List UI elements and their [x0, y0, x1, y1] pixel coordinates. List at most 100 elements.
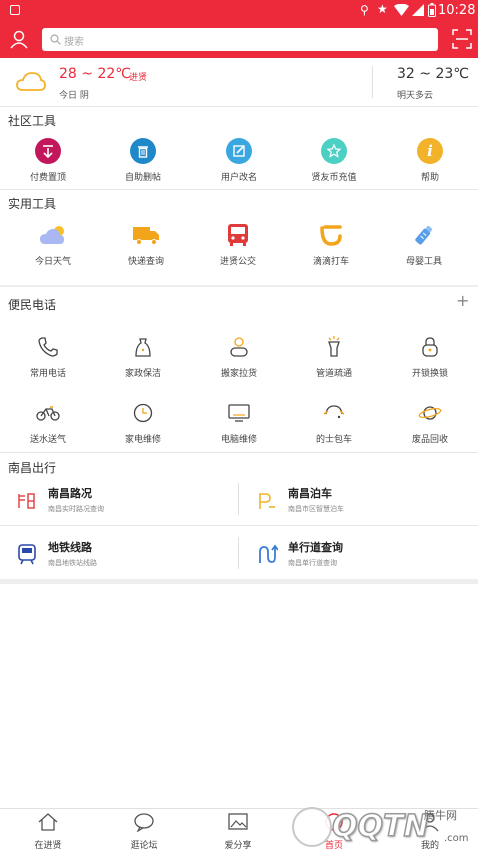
phone-appliance[interactable]: 家电维修: [103, 400, 183, 445]
divider: [0, 106, 478, 107]
tool-weather[interactable]: 今日天气: [13, 222, 93, 267]
phone-water[interactable]: 送水送气: [8, 400, 88, 445]
watermark-logo: [292, 807, 332, 847]
traffic-icon: [18, 493, 35, 509]
travel-sub: 南昌实时路况查询: [48, 505, 104, 513]
divider: [0, 452, 478, 453]
phone-icon: [34, 334, 62, 360]
tab-share[interactable]: 爱分享: [190, 812, 286, 851]
tab-label: 逛论坛: [130, 841, 158, 851]
user-icon[interactable]: [9, 29, 29, 49]
travel-sub: 南昌市区智慧泊车: [288, 505, 344, 513]
travel-sub: 南昌地铁站线路: [48, 559, 97, 567]
tool-rename[interactable]: 用户改名: [199, 138, 279, 183]
phone-label: 废品回收: [411, 435, 448, 445]
edit-icon: [226, 138, 252, 164]
tool-label: 今日天气: [34, 257, 71, 267]
tool-didi[interactable]: 滴滴打车: [291, 222, 371, 267]
photo-icon: [10, 5, 20, 15]
scan-icon[interactable]: [452, 29, 472, 49]
oneway-icon: [259, 544, 278, 563]
phone-label: 送水送气: [29, 435, 66, 445]
travel-parking[interactable]: 南昌泊车 南昌市区智慧泊车: [254, 485, 474, 515]
phone-taxi[interactable]: 的士包车: [294, 400, 374, 445]
clock-icon: [129, 400, 157, 426]
no-sim-icon: [412, 4, 424, 16]
tomorrow-label: 明天多云: [397, 91, 434, 101]
cleaning-icon: [129, 334, 157, 360]
tool-label: 付费置顶: [29, 173, 66, 183]
monitor-icon: [225, 400, 253, 426]
star-icon: [321, 138, 347, 164]
weather-panel[interactable]: 28 ~ 22℃ 进贤 今日 阴 32 ~ 23℃ 明天多云: [0, 58, 478, 106]
baby-bottle-icon: [410, 222, 438, 248]
plus-icon[interactable]: +: [456, 291, 469, 310]
divider: [0, 189, 478, 190]
watermark: QQTN 腾牛网 .com: [292, 803, 478, 851]
status-bar: ⚲ ★ 10:28: [0, 0, 478, 22]
today-city: 进贤: [129, 73, 148, 83]
watermark-site: 腾牛网: [424, 809, 457, 822]
travel-title: 南昌泊车: [288, 487, 332, 500]
travel-title: 地铁线路: [48, 541, 92, 554]
phone-recycle[interactable]: 废品回收: [390, 400, 470, 445]
tomorrow-temp: 32 ~ 23℃: [397, 66, 469, 82]
didi-icon: [317, 222, 345, 248]
tool-delete-post[interactable]: 自助删帖: [103, 138, 183, 183]
phone-common[interactable]: 常用电话: [8, 334, 88, 379]
tool-help[interactable]: i 帮助: [390, 138, 470, 183]
info-icon: i: [417, 138, 443, 164]
weather-divider: [372, 66, 373, 98]
phone-label: 开锁换锁: [411, 369, 448, 379]
tool-label: 用户改名: [220, 173, 257, 183]
tool-label: 进贤公交: [219, 257, 256, 267]
search-input[interactable]: 搜索: [42, 28, 438, 51]
wifi-icon: [394, 4, 409, 16]
parking-icon: [259, 493, 275, 509]
battery-icon: [428, 3, 436, 17]
phone-label: 家电维修: [124, 435, 161, 445]
phone-moving[interactable]: 搬家拉货: [199, 334, 279, 379]
bike-icon: [34, 400, 62, 426]
travel-metro[interactable]: 地铁线路 南昌地铁站线路: [14, 539, 236, 569]
tool-label: 母婴工具: [405, 257, 442, 267]
tab-forum[interactable]: 逛论坛: [96, 812, 192, 851]
divider: [0, 525, 478, 526]
phone-cleaning[interactable]: 家政保洁: [103, 334, 183, 379]
tool-label: 自助删帖: [124, 173, 161, 183]
phone-label: 电脑维修: [220, 435, 257, 445]
location-icon: ⚲: [360, 3, 369, 17]
section-title-phones: 便民电话: [8, 298, 57, 312]
travel-divider: [238, 483, 239, 515]
tab-label: 在进贤: [34, 841, 62, 851]
travel-divider: [238, 537, 239, 569]
tool-label: 快递查询: [127, 257, 164, 267]
home-icon: [38, 813, 58, 831]
phone-lock[interactable]: 开锁换锁: [390, 334, 470, 379]
chat-icon: [134, 813, 154, 833]
tab-home[interactable]: 在进贤: [0, 812, 96, 851]
travel-oneway[interactable]: 单行道查询 南昌单行道查询: [254, 539, 474, 569]
star-icon: ★: [377, 2, 388, 16]
watermark-brand: QQTN: [331, 808, 429, 845]
tool-express[interactable]: 快递查询: [106, 222, 186, 267]
tool-label: 贤友币充值: [311, 173, 357, 183]
travel-traffic[interactable]: 南昌路况 南昌实时路况查询: [14, 485, 236, 515]
phone-computer[interactable]: 电脑维修: [199, 400, 279, 445]
search-icon: [50, 34, 61, 45]
watermark-url: .com: [444, 833, 469, 844]
divider: [0, 579, 478, 584]
app-header: 搜索: [0, 22, 478, 58]
phone-pipe[interactable]: 管道疏通: [294, 334, 374, 379]
lock-icon: [416, 334, 444, 360]
travel-sub: 南昌单行道查询: [288, 559, 337, 567]
section-title-tools: 实用工具: [8, 197, 57, 211]
section-title-community: 社区工具: [8, 114, 57, 128]
taxi-icon: [320, 400, 348, 426]
tool-recharge[interactable]: 贤友币充值: [294, 138, 374, 183]
recycle-icon: [416, 400, 444, 426]
tool-bus[interactable]: 进贤公交: [198, 222, 278, 267]
search-placeholder: 搜索: [64, 37, 84, 48]
tool-baby[interactable]: 母婴工具: [384, 222, 464, 267]
tool-pin-top[interactable]: 付费置顶: [8, 138, 88, 183]
